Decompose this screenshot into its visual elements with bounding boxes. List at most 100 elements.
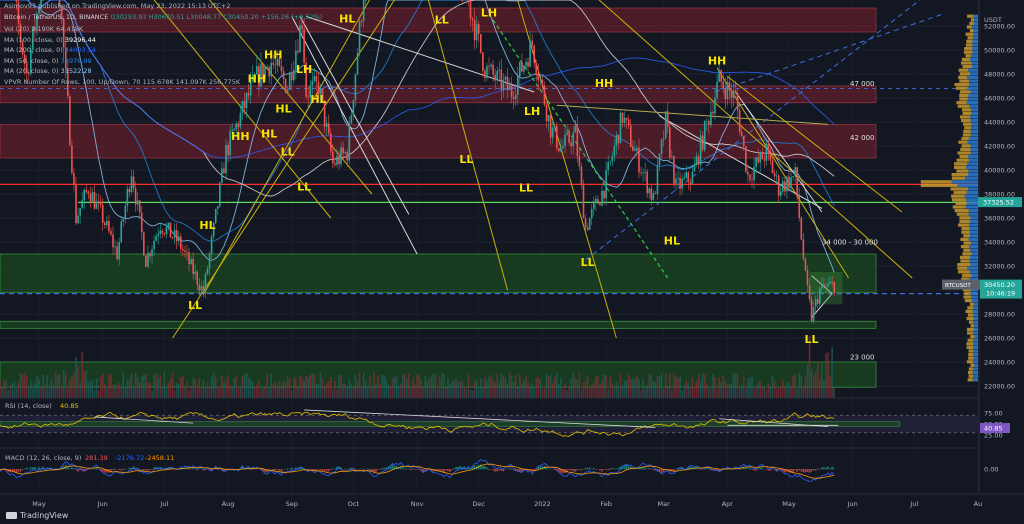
indicator-row[interactable]: Vol (20) 2.190K 64.418K [4, 24, 240, 35]
volume-bar [833, 387, 835, 398]
profile-bar-up [972, 378, 978, 382]
swing-label: HH [595, 77, 613, 90]
volume-bar [788, 382, 790, 398]
candle-body [613, 145, 616, 157]
volume-bar [512, 381, 515, 398]
macd-histogram-bar [332, 468, 334, 470]
macd-histogram-bar [27, 468, 30, 470]
symbol-header[interactable]: Bitcoin / TetherUS, 1D, BINANCE O30293.9… [4, 13, 322, 21]
candle-body [492, 64, 494, 75]
volume-bar [523, 379, 525, 398]
profile-bar-down [963, 295, 972, 299]
macd-histogram-bar [751, 469, 753, 470]
macd-histogram-bar [584, 467, 587, 470]
volume-bar [451, 380, 453, 398]
candle-body [280, 66, 283, 72]
profile-bar-up [974, 302, 978, 306]
swing-label: HH [231, 130, 249, 143]
volume-bar [453, 380, 455, 398]
volume-bar [504, 378, 507, 398]
candle-body [790, 176, 792, 189]
volume-bar [720, 382, 722, 398]
profile-bar-down [967, 306, 974, 310]
candle-body [572, 132, 575, 147]
volume-bar [173, 389, 176, 398]
candle-body [223, 168, 225, 174]
profile-bar-up [965, 205, 978, 209]
indicator-row[interactable]: MA (200, close, 0) 44003.54 [4, 45, 240, 56]
volume-bar [800, 375, 803, 398]
profile-bar-up [968, 237, 978, 241]
candle-body [171, 237, 174, 239]
macd-histogram-bar [270, 469, 273, 470]
swing-label: HL [199, 219, 215, 232]
volume-bar [309, 374, 312, 398]
volume-bar [558, 383, 560, 398]
candle-body [825, 286, 827, 288]
profile-bar-down [966, 342, 974, 346]
volume-bar [75, 356, 77, 398]
candle-body [730, 90, 733, 98]
indicator-row[interactable]: MA (100, close, 0) 39296.44 [4, 35, 240, 46]
indicator-row[interactable]: MA (50, close, 0) 36976.09 [4, 56, 240, 67]
macd-histogram-bar [644, 467, 646, 470]
candle-body [794, 167, 796, 177]
profile-bar-down [960, 147, 971, 151]
volume-bar [640, 389, 642, 398]
volume-bar [831, 347, 833, 398]
indicator-value: 44003.54 [64, 46, 96, 54]
profile-bar-up [970, 234, 978, 238]
profile-bar-down [962, 133, 971, 137]
volume-bar [681, 389, 683, 398]
zone-label: 23 000 [850, 354, 875, 362]
candle-body [512, 97, 515, 100]
candle-body [732, 90, 735, 98]
profile-bar-down [965, 54, 972, 58]
candle-body [751, 179, 753, 181]
candle-body [110, 231, 112, 235]
candle-body [336, 156, 338, 165]
swing-label: LL [581, 256, 595, 269]
macd-histogram-bar [391, 464, 394, 470]
volume-bar [151, 389, 153, 398]
price-tick-label: 46000.00 [984, 95, 1015, 103]
profile-bar-down [968, 353, 974, 357]
zone-label: 42 000 [850, 134, 875, 142]
indicator-value: 115.678K 141.097K 256.775K [142, 77, 241, 86]
candle-body [833, 282, 835, 293]
profile-bar-up [971, 295, 978, 299]
candle-body [687, 172, 690, 182]
profile-bar-up [969, 259, 978, 263]
volume-bar [484, 377, 486, 398]
ma-price-tag-value: 37325.52 [983, 199, 1014, 207]
profile-bar-down [961, 144, 971, 148]
volume-bar [632, 378, 634, 398]
volume-bar [143, 374, 145, 398]
candle-body [818, 288, 821, 304]
profile-bar-down [955, 201, 967, 205]
volume-bar [617, 386, 620, 398]
profile-bar-down [963, 234, 971, 238]
indicator-row[interactable]: MA (20, close, 0) 31522.28 [4, 66, 240, 77]
candle-body [99, 201, 102, 205]
volume-bar [414, 384, 416, 398]
volume-bar [574, 377, 577, 398]
profile-bar-up [972, 338, 978, 342]
macd-histogram-bar [34, 467, 36, 470]
macd-histogram-bar [771, 468, 774, 470]
candle-body [138, 200, 141, 213]
macd-histogram-bar [354, 469, 357, 470]
indicator-row[interactable]: VPVR Number Of Rows, 100, Up/Down, 70 11… [4, 77, 240, 88]
candle-body [644, 171, 646, 173]
volume-bar [3, 380, 5, 398]
volume-bar [48, 385, 51, 398]
candle-body [188, 252, 190, 265]
profile-bar-down [963, 122, 972, 126]
macd-histogram-bar [500, 469, 503, 471]
candle-body [173, 230, 176, 238]
macd-histogram-bar [362, 469, 365, 471]
candle-body [288, 72, 291, 90]
macd-histogram-bar [652, 469, 655, 471]
macd-histogram-bar [149, 469, 151, 471]
candle-body [89, 193, 92, 202]
